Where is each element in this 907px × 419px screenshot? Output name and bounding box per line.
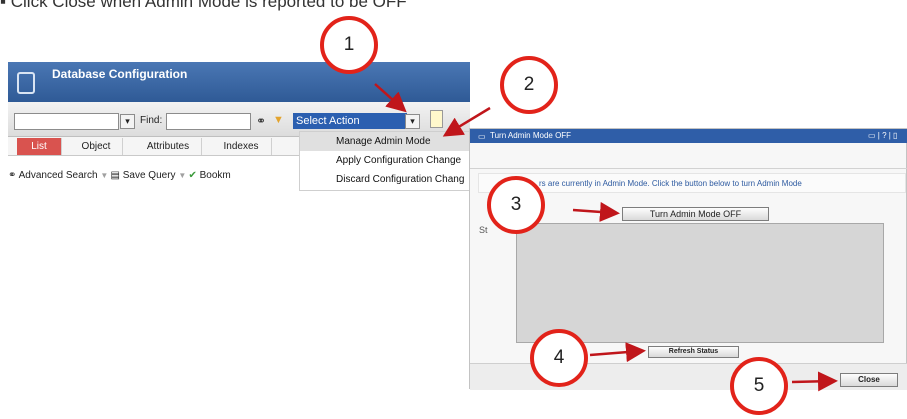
arrow-1	[374, 83, 407, 113]
step-1-marker: 1	[320, 16, 378, 74]
step-4-marker: 4	[530, 329, 588, 387]
arrow-2	[442, 106, 491, 137]
arrow-3	[572, 201, 620, 222]
step-3-marker: 3	[487, 176, 545, 234]
annotation-arrows	[374, 83, 838, 392]
arrow-4	[589, 342, 646, 363]
step-5-marker: 5	[730, 357, 788, 415]
step-2-marker: 2	[500, 56, 558, 114]
arrow-5	[791, 371, 838, 392]
